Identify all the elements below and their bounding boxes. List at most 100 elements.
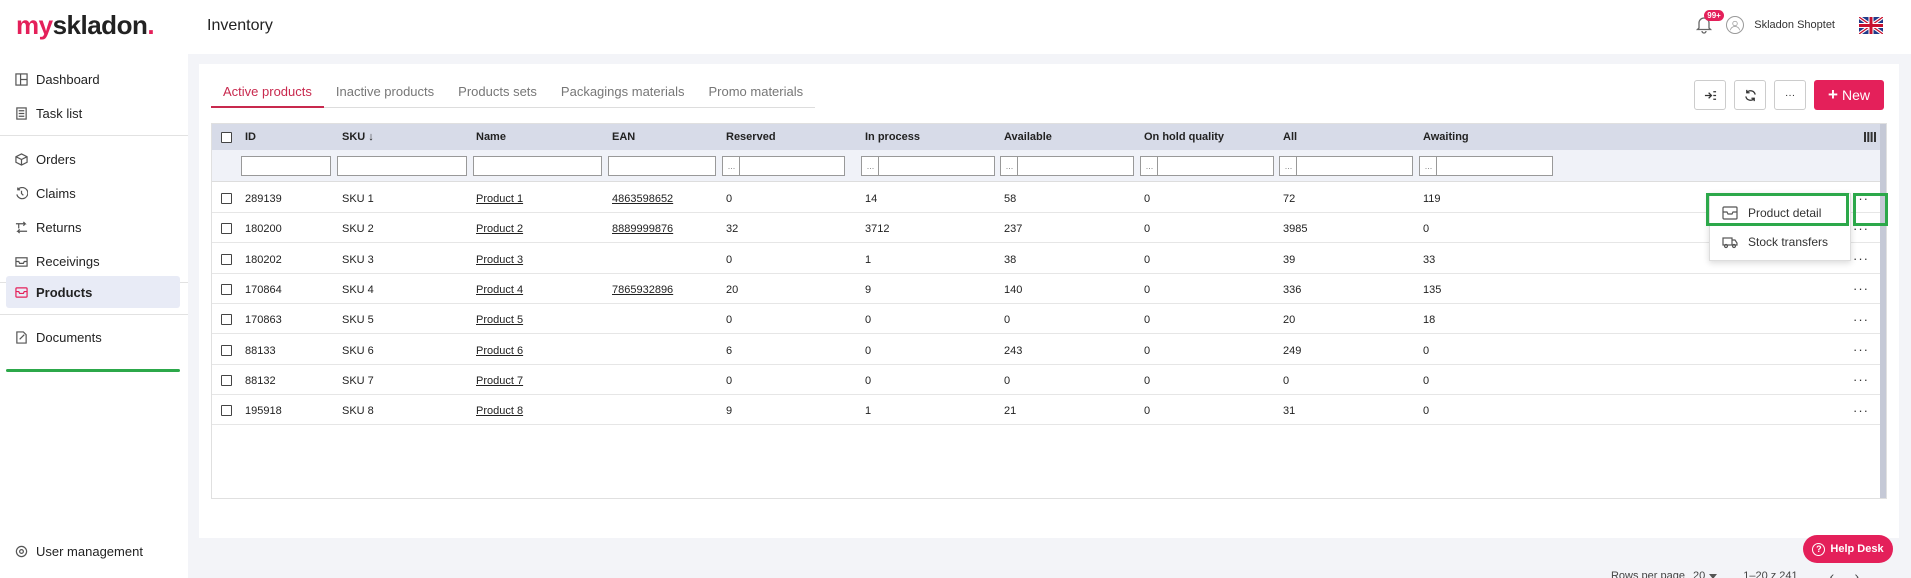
row-checkbox[interactable] bbox=[221, 405, 232, 417]
menu-item-stock-transfers[interactable]: Stock transfers bbox=[1710, 228, 1850, 256]
row-checkbox[interactable] bbox=[221, 314, 232, 326]
filter-operator-reserved[interactable]: ... bbox=[722, 156, 740, 176]
row-checkbox[interactable] bbox=[221, 374, 232, 386]
table-row[interactable]: 170863 SKU 5 Product 5 0 0 0 0 20 18 ··· bbox=[212, 304, 1886, 335]
column-header-all[interactable]: All bbox=[1283, 131, 1297, 143]
column-header-reserved[interactable]: Reserved bbox=[726, 131, 776, 143]
tab-inactive-products[interactable]: Inactive products bbox=[324, 78, 446, 108]
row-checkbox[interactable] bbox=[221, 283, 232, 295]
sidebar-item-task-list[interactable]: Task list bbox=[6, 97, 180, 129]
tab-promo-materials[interactable]: Promo materials bbox=[696, 78, 815, 108]
select-all-checkbox[interactable] bbox=[221, 132, 232, 143]
filter-ean-input[interactable] bbox=[608, 156, 716, 176]
cell-name[interactable]: Product 5 bbox=[476, 314, 523, 326]
cell-name[interactable]: Product 7 bbox=[476, 375, 523, 387]
filter-operator-in-process[interactable]: ... bbox=[861, 156, 879, 176]
table-row[interactable]: 170864 SKU 4 Product 4 7865932896 20 9 140 0 336… bbox=[212, 274, 1886, 304]
column-header-sku[interactable]: SKU ↓ bbox=[342, 131, 374, 143]
user-avatar-icon[interactable] bbox=[1726, 16, 1745, 34]
row-checkbox[interactable] bbox=[221, 193, 232, 204]
new-button[interactable]: + New bbox=[1814, 80, 1884, 110]
filter-operator-on-hold[interactable]: ... bbox=[1140, 156, 1158, 176]
row-actions-menu-button[interactable]: ··· bbox=[1850, 399, 1872, 421]
user-name[interactable]: Skladon Shoptet bbox=[1754, 19, 1835, 31]
sidebar-item-user-management[interactable]: User management bbox=[6, 535, 180, 567]
filter-operator-all[interactable]: ... bbox=[1279, 156, 1297, 176]
sidebar-item-products[interactable]: Products bbox=[6, 276, 180, 308]
filter-operator-available[interactable]: ... bbox=[1000, 156, 1018, 176]
table-row[interactable]: 180200 SKU 2 Product 2 8889999876 32 3712 237 0… bbox=[212, 213, 1886, 244]
tab-products-sets[interactable]: Products sets bbox=[446, 78, 549, 108]
row-checkbox[interactable] bbox=[221, 344, 232, 356]
sidebar-item-claims[interactable]: Claims bbox=[6, 177, 180, 209]
row-actions-menu-button[interactable]: ··· bbox=[1850, 339, 1872, 361]
row-actions-menu-button[interactable]: ··· bbox=[1850, 369, 1872, 391]
row-checkbox[interactable] bbox=[221, 253, 232, 265]
tab-packagings-materials[interactable]: Packagings materials bbox=[549, 78, 697, 108]
cell-name[interactable]: Product 4 bbox=[476, 284, 523, 296]
sidebar-item-label: Orders bbox=[36, 151, 76, 167]
bell-icon[interactable]: 99+ bbox=[1694, 10, 1724, 36]
table-row[interactable]: 88133 SKU 6 Product 6 6 0 243 0 249 0 ··· bbox=[212, 335, 1886, 365]
next-page-button[interactable]: › bbox=[1848, 568, 1865, 578]
filter-all-input[interactable] bbox=[1296, 156, 1413, 176]
table-row[interactable]: 289139 SKU 1 Product 1 4863598652 0 14 58 0 72 11… bbox=[212, 183, 1886, 213]
tab-active-products[interactable]: Active products bbox=[211, 78, 324, 108]
sidebar-item-receivings[interactable]: Receivings bbox=[6, 245, 180, 277]
cell-id: 88132 bbox=[245, 374, 276, 387]
column-header-awaiting[interactable]: Awaiting bbox=[1423, 131, 1469, 143]
cell-name[interactable]: Product 3 bbox=[476, 254, 523, 266]
table-header: ID SKU ↓ Name EAN Reserved In process Av… bbox=[212, 124, 1886, 150]
export-button[interactable] bbox=[1694, 80, 1727, 110]
uk-flag-icon[interactable] bbox=[1859, 16, 1883, 34]
column-header-ean[interactable]: EAN bbox=[612, 131, 635, 143]
cell-id: 180200 bbox=[245, 223, 282, 236]
cell-reserved: 0 bbox=[726, 314, 733, 327]
filter-sku-input[interactable] bbox=[337, 156, 467, 176]
more-options-button[interactable]: ··· bbox=[1774, 80, 1807, 110]
column-settings-icon[interactable] bbox=[1864, 132, 1876, 142]
table-row[interactable]: 195918 SKU 8 Product 8 9 1 21 0 31 0 ··· bbox=[212, 395, 1886, 426]
cell-name[interactable]: Product 6 bbox=[476, 345, 523, 357]
row-checkbox[interactable] bbox=[221, 223, 232, 235]
filter-in-process-input[interactable] bbox=[878, 156, 995, 176]
column-header-id[interactable]: ID bbox=[245, 131, 256, 143]
cell-name[interactable]: Product 8 bbox=[476, 405, 523, 417]
cell-ean[interactable]: 4863598652 bbox=[612, 193, 673, 205]
logo[interactable]: myskladon. bbox=[16, 10, 155, 41]
table-scrollbar[interactable] bbox=[1880, 124, 1886, 498]
column-header-available[interactable]: Available bbox=[1004, 131, 1052, 143]
refresh-button[interactable] bbox=[1734, 80, 1767, 110]
row-actions-menu-button[interactable]: ··· bbox=[1850, 248, 1872, 270]
cell-ean[interactable]: 8889999876 bbox=[612, 223, 673, 235]
filter-available-input[interactable] bbox=[1017, 156, 1134, 176]
cell-reserved: 32 bbox=[726, 223, 739, 236]
sidebar-item-returns[interactable]: Returns bbox=[6, 211, 180, 243]
filter-id-input[interactable] bbox=[241, 156, 331, 176]
cell-name[interactable]: Product 1 bbox=[476, 193, 523, 205]
column-header-name[interactable]: Name bbox=[476, 131, 506, 143]
cell-name[interactable]: Product 2 bbox=[476, 223, 523, 235]
filter-operator-awaiting[interactable]: ... bbox=[1419, 156, 1437, 176]
column-header-in-process[interactable]: In process bbox=[865, 131, 920, 143]
sidebar-item-documents[interactable]: Documents bbox=[6, 321, 180, 353]
row-actions-menu-button[interactable]: ··· bbox=[1850, 278, 1872, 300]
cell-on-hold: 0 bbox=[1144, 193, 1151, 205]
row-actions-menu-button[interactable]: ··· bbox=[1850, 308, 1872, 330]
sidebar-item-orders[interactable]: Orders bbox=[6, 143, 180, 175]
table-row[interactable]: 88132 SKU 7 Product 7 0 0 0 0 0 0 ··· bbox=[212, 365, 1886, 395]
filter-name-input[interactable] bbox=[473, 156, 602, 176]
filter-on-hold-input[interactable] bbox=[1157, 156, 1274, 176]
previous-page-button[interactable]: ‹ bbox=[1824, 568, 1841, 578]
help-desk-button[interactable]: ? Help Desk bbox=[1803, 535, 1893, 563]
cell-all: 336 bbox=[1283, 283, 1302, 296]
filter-awaiting-input[interactable] bbox=[1436, 156, 1553, 176]
filter-reserved-input[interactable] bbox=[739, 156, 845, 176]
tasklist-icon bbox=[14, 106, 28, 120]
rows-per-page-select[interactable]: 20 bbox=[1693, 570, 1718, 578]
sidebar-item-dashboard[interactable]: Dashboard bbox=[6, 63, 180, 95]
table-row[interactable]: 180202 SKU 3 Product 3 0 1 38 0 39 33 ··· bbox=[212, 244, 1886, 274]
column-header-on-hold-quality[interactable]: On hold quality bbox=[1144, 131, 1224, 143]
cell-ean[interactable]: 7865932896 bbox=[612, 284, 673, 296]
column-header-label: SKU bbox=[342, 131, 366, 143]
